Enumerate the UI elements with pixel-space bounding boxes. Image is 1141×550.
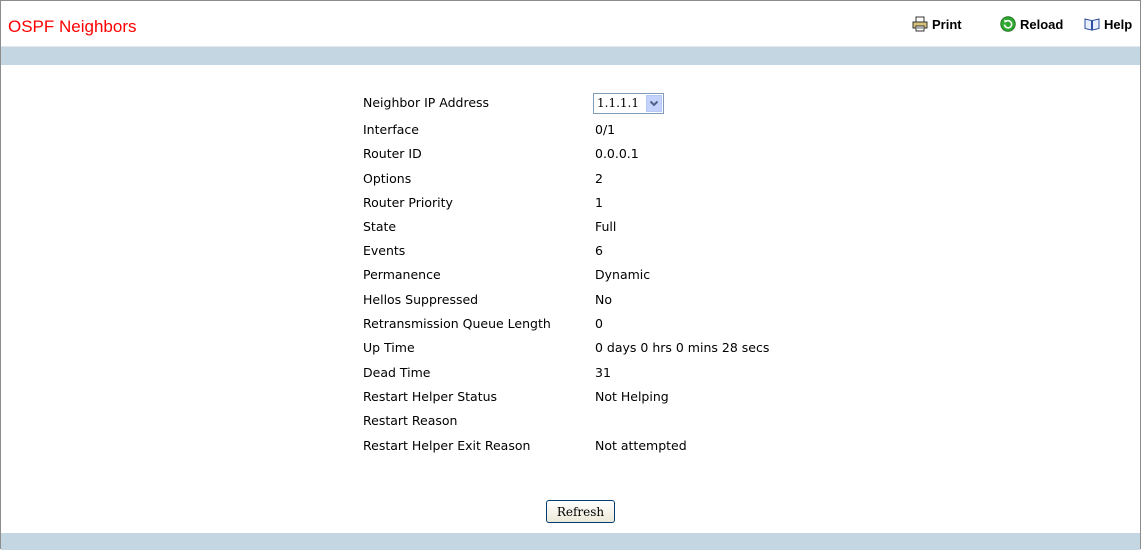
dead-time-label: Dead Time	[363, 365, 431, 380]
hellos-suppressed-label: Hellos Suppressed	[363, 292, 479, 307]
print-button[interactable]: Print	[912, 16, 962, 32]
state-value: Full	[595, 219, 617, 234]
restart-helper-exit-reason-value: Not attempted	[595, 438, 687, 453]
events-value: 6	[595, 243, 603, 258]
retransmission-queue-value: 0	[595, 316, 603, 331]
interface-label: Interface	[363, 122, 419, 137]
permanence-label: Permanence	[363, 267, 441, 282]
print-label: Print	[932, 16, 962, 32]
top-band	[1, 47, 1140, 65]
book-icon	[1084, 16, 1100, 32]
reload-icon	[1000, 16, 1016, 32]
router-id-value: 0.0.0.1	[595, 146, 639, 161]
router-id-label: Router ID	[363, 146, 422, 161]
retransmission-queue-label: Retransmission Queue Length	[363, 316, 551, 331]
reload-button[interactable]: Reload	[1000, 16, 1063, 32]
restart-reason-label: Restart Reason	[363, 413, 458, 428]
page-title: OSPF Neighbors	[8, 17, 137, 36]
up-time-label: Up Time	[363, 340, 415, 355]
router-priority-label: Router Priority	[363, 195, 453, 210]
permanence-value: Dynamic	[595, 267, 651, 282]
restart-helper-status-value: Not Helping	[595, 389, 669, 404]
neighbor-ip-select[interactable]: 1.1.1.1	[593, 93, 664, 114]
interface-value: 0/1	[595, 122, 616, 137]
page-frame	[0, 0, 1141, 549]
restart-helper-status-label: Restart Helper Status	[363, 389, 498, 404]
bottom-band	[1, 533, 1140, 550]
chevron-down-icon	[646, 95, 662, 112]
refresh-button[interactable]: Refresh	[546, 500, 615, 523]
printer-icon	[912, 16, 928, 32]
router-priority-value: 1	[595, 195, 603, 210]
neighbor-ip-label: Neighbor IP Address	[363, 95, 490, 110]
up-time-value: 0 days 0 hrs 0 mins 28 secs	[595, 340, 770, 355]
dead-time-value: 31	[595, 365, 611, 380]
page-header: OSPF Neighbors	[1, 1, 1139, 46]
options-label: Options	[363, 171, 412, 186]
reload-label: Reload	[1020, 16, 1064, 32]
help-label: Help	[1104, 16, 1133, 32]
state-label: State	[363, 219, 397, 234]
help-button[interactable]: Help	[1084, 16, 1132, 32]
hellos-suppressed-value: No	[595, 292, 612, 307]
events-label: Events	[363, 243, 406, 258]
restart-helper-exit-reason-label: Restart Helper Exit Reason	[363, 438, 531, 453]
options-value: 2	[595, 171, 603, 186]
neighbor-ip-selected: 1.1.1.1	[597, 96, 639, 110]
